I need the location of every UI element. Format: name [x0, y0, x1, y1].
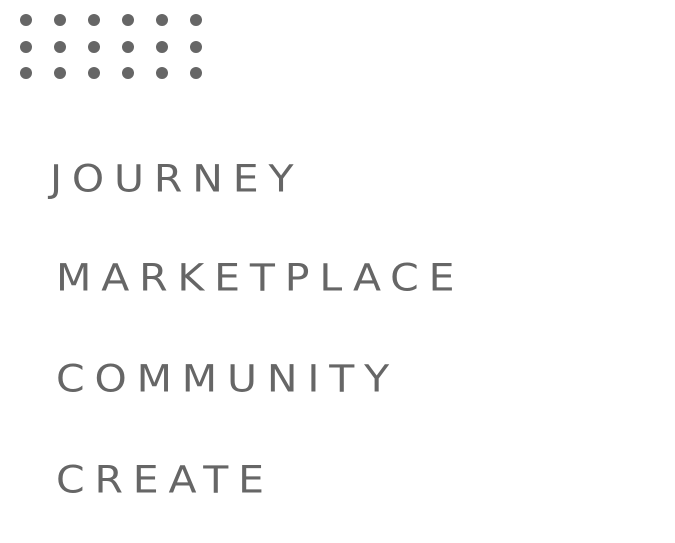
menu-item-marketplace[interactable]: MARKETPLACE: [56, 259, 464, 297]
menu-item-journey[interactable]: JOURNEY: [50, 160, 303, 198]
menu-item-create[interactable]: CREATE: [56, 461, 274, 499]
main-menu: JOURNEY MARKETPLACE COMMUNITY CREATE: [0, 0, 675, 543]
menu-item-community[interactable]: COMMUNITY: [56, 360, 399, 398]
